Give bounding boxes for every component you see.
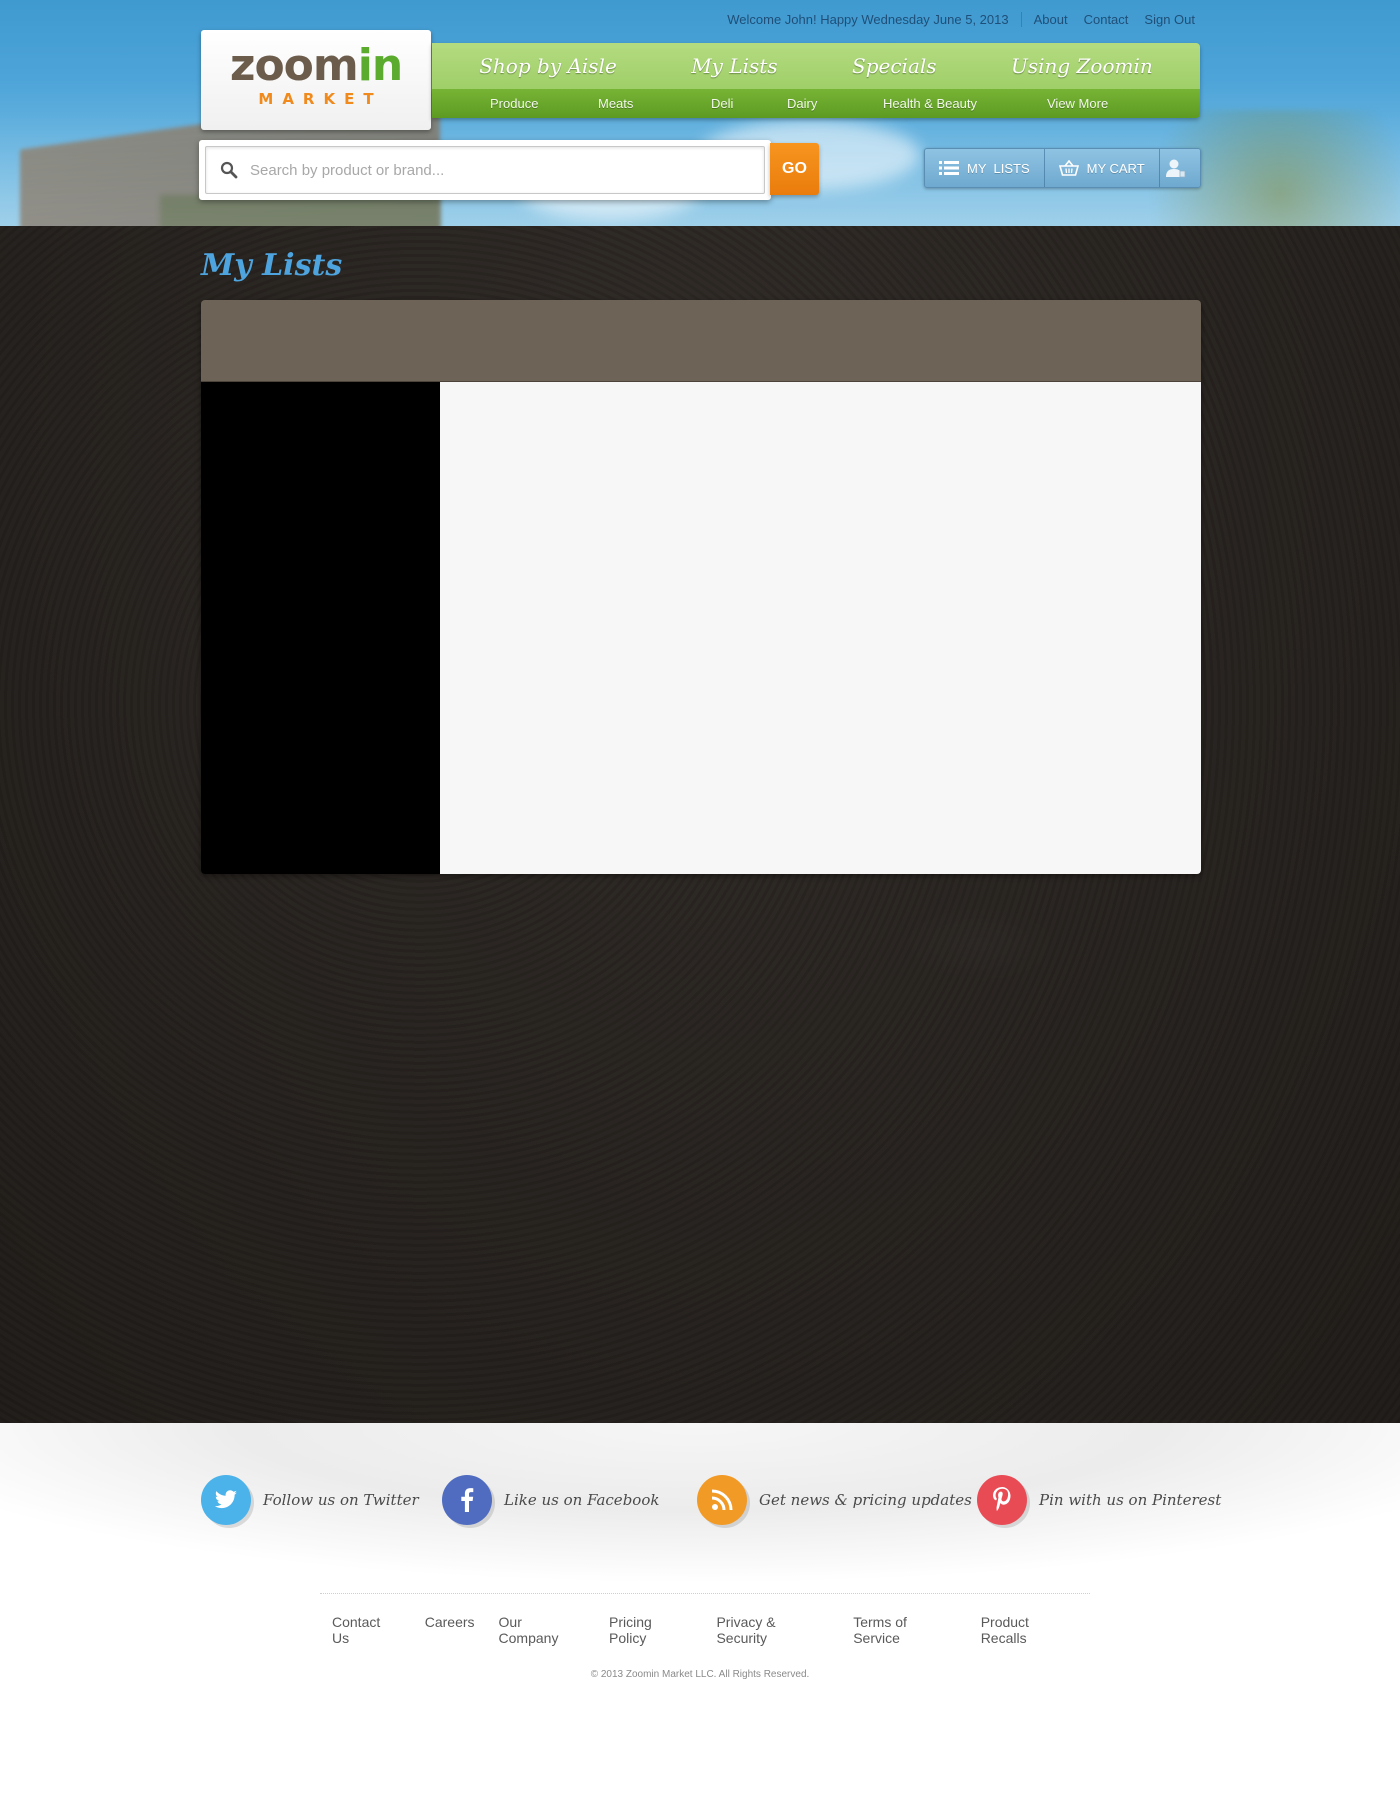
search-input[interactable] (250, 161, 730, 179)
pinterest-icon[interactable] (977, 1475, 1027, 1525)
search-icon (220, 161, 238, 179)
site-header: Welcome John! Happy Wednesday June 5, 20… (0, 0, 1400, 226)
lists-panel (201, 300, 1201, 874)
site-logo[interactable]: zoomin MARKET (201, 30, 431, 130)
nav-specials[interactable]: Specials (852, 54, 937, 78)
my-cart-label: MY CART (1086, 160, 1145, 176)
subnav-view-more[interactable]: View More (1047, 96, 1108, 111)
about-link[interactable]: About (1034, 12, 1068, 27)
subnav-produce[interactable]: Produce (490, 96, 598, 111)
my-lists-button[interactable]: MY LISTS (925, 149, 1045, 187)
contact-link[interactable]: Contact (1084, 12, 1129, 27)
lists-content-area (440, 382, 1201, 874)
main-content: My Lists (0, 226, 1400, 1423)
site-footer: Follow us on Twitter Like us on Facebook… (0, 1423, 1400, 1800)
primary-nav: Shop by Aisle My Lists Specials Using Zo… (432, 43, 1200, 89)
facebook-icon[interactable] (442, 1475, 492, 1525)
sign-out-link[interactable]: Sign Out (1144, 12, 1195, 27)
footer-link-product-recalls[interactable]: Product Recalls (981, 1614, 1078, 1646)
subnav-deli[interactable]: Deli (711, 96, 787, 111)
logo-wordmark: zoomin (229, 40, 403, 91)
nav-shop-by-aisle[interactable]: Shop by Aisle (479, 54, 617, 78)
search-container (199, 140, 771, 200)
subnav-dairy[interactable]: Dairy (787, 96, 883, 111)
footer-link-careers[interactable]: Careers (425, 1614, 475, 1646)
logo-market-text: MARKET (258, 90, 383, 108)
pinterest-label[interactable]: Pin with us on Pinterest (1039, 1491, 1221, 1509)
lists-panel-body (201, 382, 1201, 874)
user-icon (1165, 159, 1186, 178)
subnav-health-beauty[interactable]: Health & Beauty (883, 96, 1047, 111)
rss-label[interactable]: Get news & pricing updates (759, 1491, 972, 1509)
search-go-button[interactable]: GO (770, 143, 819, 195)
footer-link-contact-us[interactable]: Contact Us (332, 1614, 401, 1646)
nav-my-lists[interactable]: My Lists (691, 54, 777, 78)
social-facebook[interactable]: Like us on Facebook (442, 1475, 659, 1525)
search-box (205, 146, 765, 194)
basket-icon (1058, 160, 1079, 176)
lists-sidebar (201, 382, 440, 874)
nav-using-zoomin[interactable]: Using Zoomin (1011, 54, 1153, 78)
footer-link-our-company[interactable]: Our Company (499, 1614, 586, 1646)
utility-bar: Welcome John! Happy Wednesday June 5, 20… (727, 12, 1195, 27)
account-toolbar: MY LISTS MY CART (924, 148, 1201, 188)
page-title: My Lists (201, 248, 343, 283)
facebook-label[interactable]: Like us on Facebook (504, 1491, 659, 1509)
social-twitter[interactable]: Follow us on Twitter (201, 1475, 419, 1525)
subnav-meats[interactable]: Meats (598, 96, 711, 111)
welcome-message: Welcome John! Happy Wednesday June 5, 20… (727, 12, 1022, 27)
main-navigation: Shop by Aisle My Lists Specials Using Zo… (432, 43, 1200, 118)
footer-links: Contact Us Careers Our Company Pricing P… (320, 1593, 1090, 1646)
account-button[interactable] (1160, 149, 1200, 187)
list-icon (939, 161, 959, 175)
footer-link-privacy-security[interactable]: Privacy & Security (716, 1614, 829, 1646)
twitter-icon[interactable] (201, 1475, 251, 1525)
rss-icon[interactable] (697, 1475, 747, 1525)
secondary-nav: Produce Meats Deli Dairy Health & Beauty… (432, 89, 1200, 118)
copyright-text: © 2013 Zoomin Market LLC. All Rights Res… (590, 1669, 810, 1680)
twitter-label[interactable]: Follow us on Twitter (263, 1491, 419, 1509)
social-rss[interactable]: Get news & pricing updates (697, 1475, 972, 1525)
footer-link-terms-of-service[interactable]: Terms of Service (853, 1614, 956, 1646)
my-lists-label: MY LISTS (967, 160, 1030, 176)
social-pinterest[interactable]: Pin with us on Pinterest (977, 1475, 1221, 1525)
lists-panel-header (201, 300, 1201, 382)
my-cart-button[interactable]: MY CART (1045, 149, 1160, 187)
footer-link-pricing-policy[interactable]: Pricing Policy (609, 1614, 692, 1646)
